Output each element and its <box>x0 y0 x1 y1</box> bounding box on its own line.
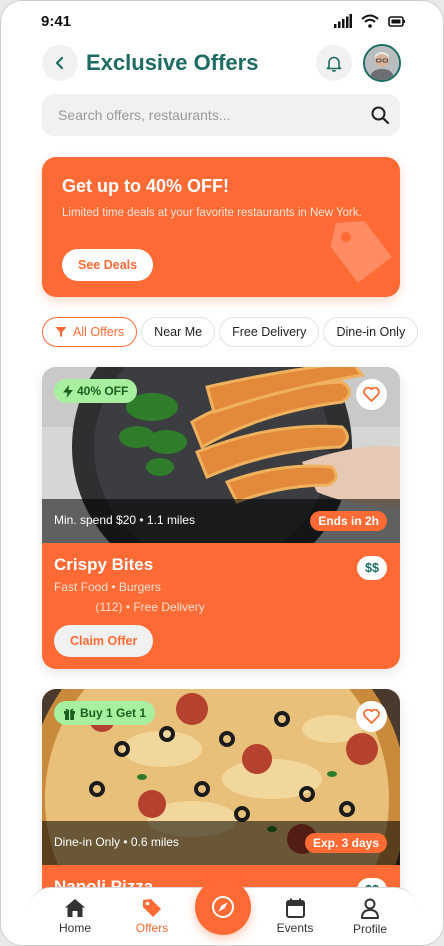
nav-events[interactable]: Events <box>265 898 325 935</box>
expiry-badge: Ends in 2h <box>310 511 387 531</box>
nav-label: Events <box>276 921 314 935</box>
restaurant-name: Crispy Bites <box>54 555 154 574</box>
offer-info-bar: Min. spend $20 • 1.1 miles Ends in 2h <box>42 499 400 543</box>
home-icon <box>65 899 85 917</box>
chip-free-delivery[interactable]: Free Delivery <box>219 317 320 347</box>
bell-icon <box>326 56 342 72</box>
see-deals-button[interactable]: See Deals <box>62 249 154 281</box>
offer-info: Dine-in Only • 0.6 miles <box>54 835 179 849</box>
chip-label: Free Delivery <box>232 325 307 339</box>
status-bar: 9:41 <box>1 1 443 43</box>
avatar[interactable] <box>363 44 401 82</box>
claim-offer-button[interactable]: Claim Offer <box>54 625 154 657</box>
offer-image: Buy 1 Get 1 Dine-in Only • 0.6 miles Exp… <box>42 689 400 865</box>
offer-image: 40% OFF Min. spend $20 • 1.1 miles Ends … <box>42 367 400 543</box>
wifi-icon <box>361 14 379 28</box>
tag-icon <box>143 899 161 917</box>
nav-profile[interactable]: Profile <box>340 898 400 936</box>
heart-icon <box>363 387 380 402</box>
chip-label: Near Me <box>154 325 203 339</box>
notifications-button[interactable] <box>316 45 352 81</box>
explore-fab[interactable] <box>195 879 251 935</box>
offer-badge: Buy 1 Get 1 <box>54 701 156 725</box>
expiry-badge: Exp. 3 days <box>304 833 387 853</box>
offer-card[interactable]: 40% OFF Min. spend $20 • 1.1 miles Ends … <box>42 367 400 669</box>
nav-label: Offers <box>135 921 169 935</box>
calendar-icon <box>285 898 305 918</box>
promo-banner: Get up to 40% OFF! Limited time deals at… <box>42 157 400 297</box>
gift-icon <box>64 708 75 720</box>
favorite-button[interactable] <box>356 379 387 410</box>
chip-dine-in-only[interactable]: Dine-in Only <box>323 317 419 347</box>
chip-label: Dine-in Only <box>336 325 406 339</box>
cuisine-text: Fast Food • Burgers <box>54 580 161 594</box>
nav-label: Profile <box>352 922 387 936</box>
nav-offers[interactable]: Offers <box>122 898 182 935</box>
review-count: (112) <box>95 600 123 614</box>
badge-label: 40% OFF <box>77 384 129 398</box>
heart-icon <box>363 709 380 724</box>
search-bar <box>42 94 400 136</box>
offer-info-bar: Dine-in Only • 0.6 miles Exp. 3 days <box>42 821 400 865</box>
user-icon <box>361 898 379 919</box>
badge-label: Buy 1 Get 1 <box>80 706 147 720</box>
review-meta: (112) • Free Delivery <box>54 600 205 614</box>
back-button[interactable] <box>42 45 78 81</box>
offer-info: Min. spend $20 • 1.1 miles <box>54 513 195 527</box>
chip-all-offers[interactable]: All Offers <box>42 317 138 347</box>
offer-badge: 40% OFF <box>54 379 138 403</box>
bolt-icon <box>63 384 73 398</box>
delivery-info: • Free Delivery <box>125 600 205 614</box>
header: Exclusive Offers <box>1 43 443 85</box>
page-title: Exclusive Offers <box>86 50 259 75</box>
search-icon[interactable] <box>370 105 390 125</box>
battery-icon <box>388 15 405 27</box>
chevron-left-icon <box>55 56 64 70</box>
signal-icon <box>334 14 352 28</box>
price-level: $$ <box>357 556 387 580</box>
nav-home[interactable]: Home <box>45 898 105 935</box>
nav-label: Home <box>58 921 91 935</box>
phone-screen: 9:41 Exclusive Offers Get up to 40% OFF!… <box>0 0 444 946</box>
tag-icon <box>330 221 392 283</box>
status-icons <box>334 14 405 28</box>
status-time: 9:41 <box>41 13 72 30</box>
favorite-button[interactable] <box>356 701 387 732</box>
filter-chips: All Offers Near Me Free Delivery Dine-in… <box>42 317 443 347</box>
compass-icon <box>212 896 234 918</box>
filter-icon <box>55 327 67 337</box>
chip-near-me[interactable]: Near Me <box>141 317 216 347</box>
search-input[interactable] <box>42 94 362 136</box>
chip-label: All Offers <box>73 325 125 339</box>
promo-title: Get up to 40% OFF! <box>62 176 230 196</box>
